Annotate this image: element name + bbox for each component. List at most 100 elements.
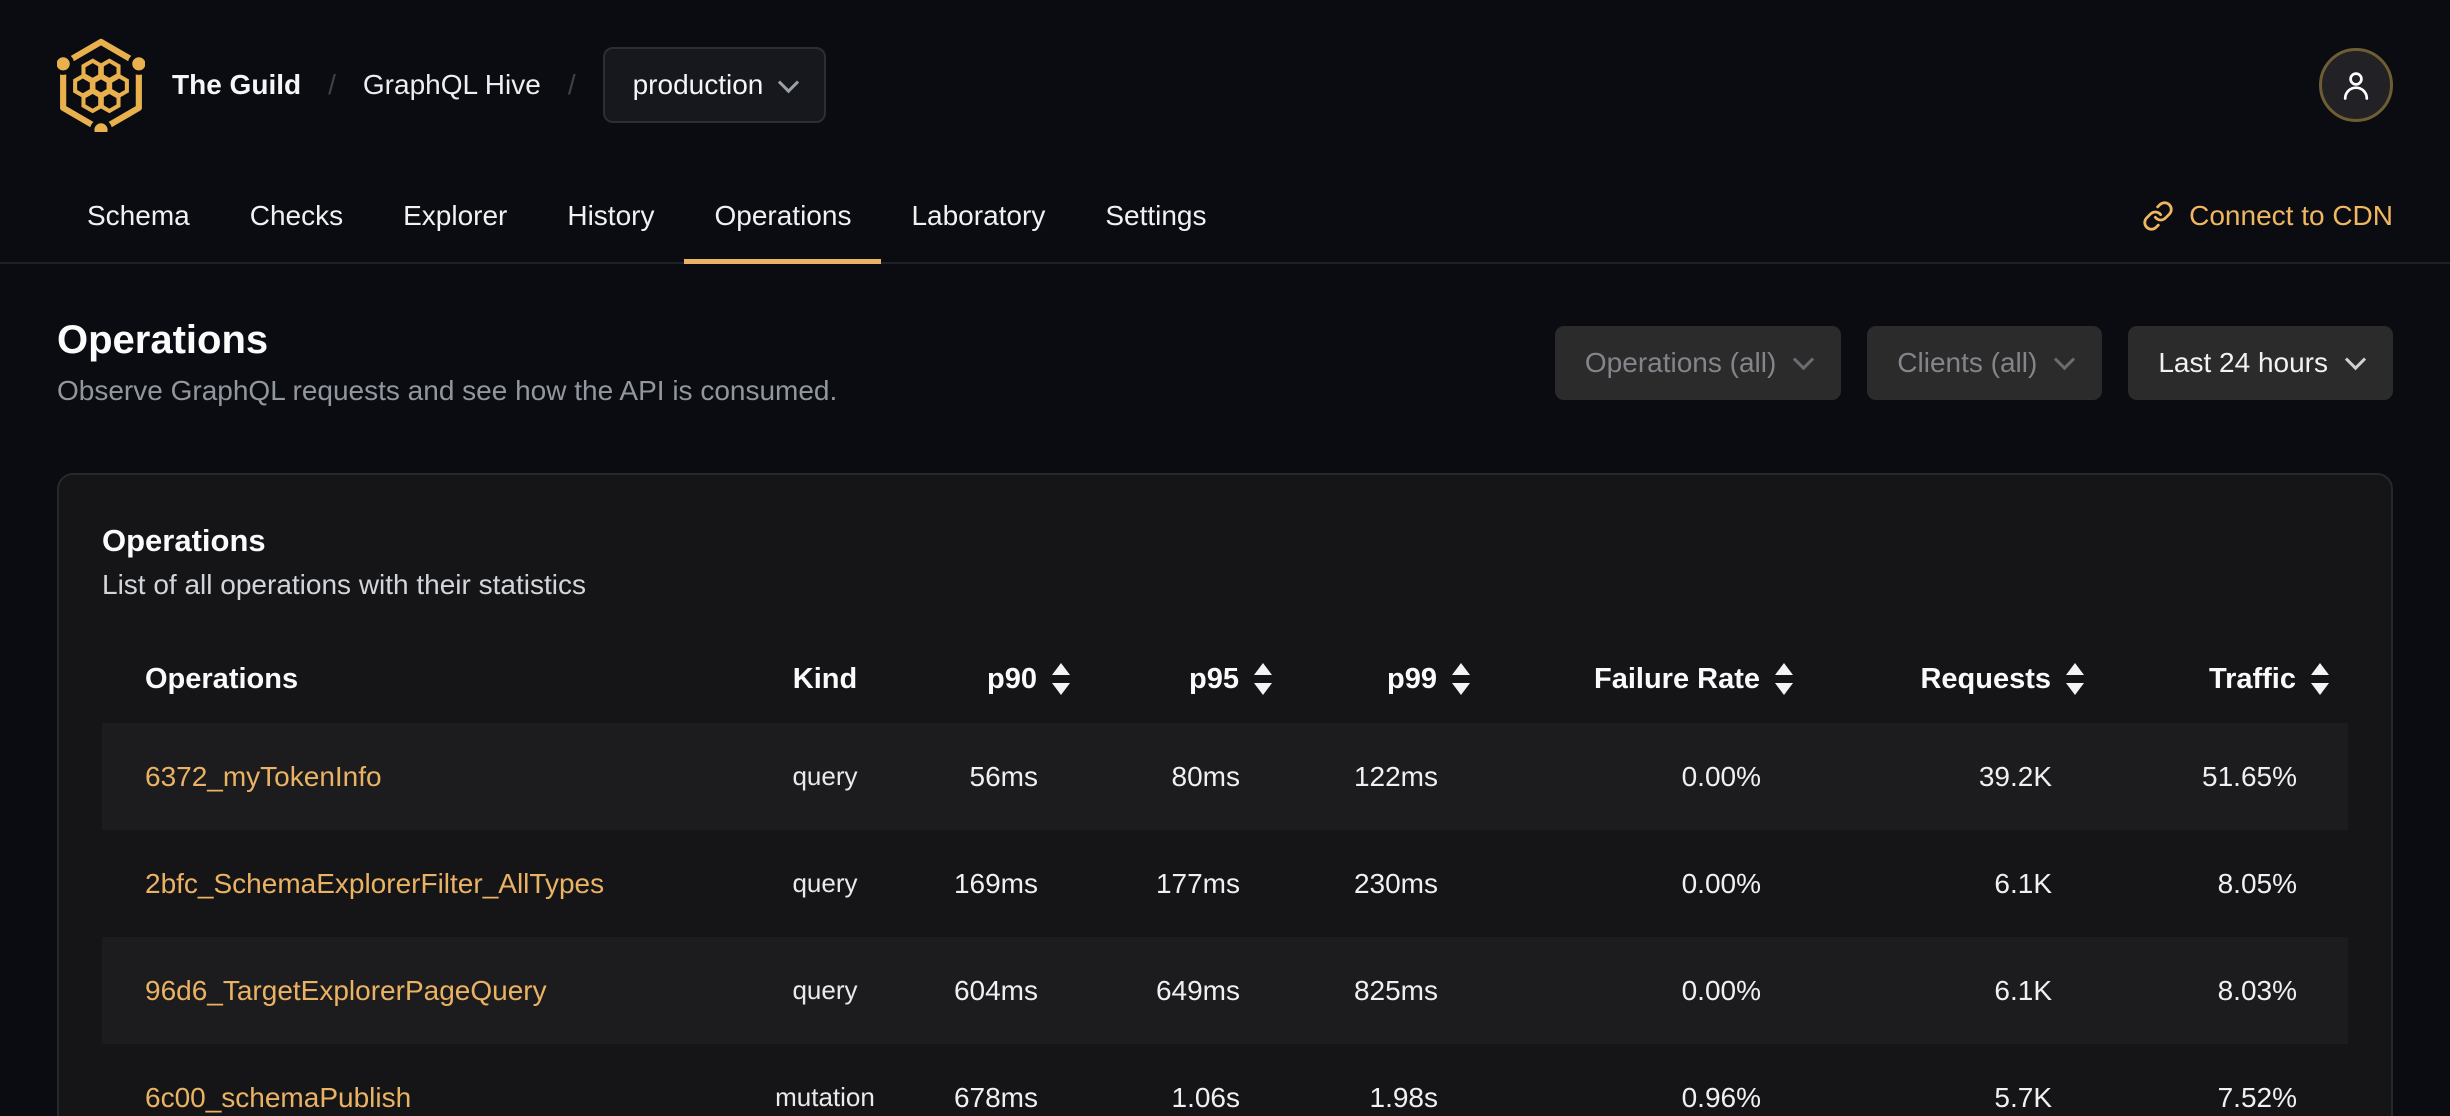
card-subtitle: List of all operations with their statis… bbox=[102, 569, 586, 600]
hive-logo-icon[interactable] bbox=[57, 38, 145, 132]
nav-tabs: Schema Checks Explorer History Operations Lab… bbox=[57, 170, 1237, 264]
column-header-operation: Operations bbox=[145, 663, 725, 696]
sort-desc-icon bbox=[2066, 683, 2084, 695]
breadcrumb-project[interactable]: GraphQL Hive bbox=[363, 69, 541, 101]
column-header-label: Kind bbox=[792, 662, 858, 695]
kind-value: query bbox=[792, 975, 858, 1005]
column-header-p99: p99 bbox=[1272, 663, 1470, 696]
sort-asc-icon bbox=[2311, 663, 2329, 675]
tab-settings[interactable]: Settings bbox=[1075, 170, 1236, 262]
tab-schema[interactable]: Schema bbox=[57, 170, 220, 262]
chevron-down-icon bbox=[1793, 349, 1815, 371]
cell-kind: query bbox=[725, 868, 925, 899]
cell-failure_rate: 0.00% bbox=[1470, 975, 1793, 1007]
column-header-label: p90 bbox=[987, 662, 1037, 695]
sort-toggle-p90[interactable] bbox=[1052, 663, 1070, 695]
sort-desc-icon bbox=[1452, 683, 1470, 695]
tab-checks[interactable]: Checks bbox=[220, 170, 373, 262]
cell-requests: 39.2K bbox=[1793, 761, 2084, 793]
cell-value: 1.98s bbox=[1369, 1081, 1439, 1113]
chevron-down-icon bbox=[2344, 349, 2367, 371]
column-header-p90: p90 bbox=[925, 663, 1070, 696]
breadcrumb-separator: / bbox=[567, 69, 576, 100]
column-header-label: p99 bbox=[1387, 662, 1437, 695]
cell-value: 0.00% bbox=[1681, 974, 1761, 1006]
cell-value: 80ms bbox=[1171, 760, 1240, 792]
cell-p95: 1.06s bbox=[1070, 1082, 1272, 1114]
cell-value: 8.05% bbox=[2217, 867, 2297, 899]
cell-operation: 2bfc_SchemaExplorerFilter_AllTypes bbox=[145, 868, 725, 900]
breadcrumb-separator: / bbox=[328, 69, 336, 100]
cell-value: 649ms bbox=[1155, 974, 1240, 1006]
filter-last-24-hours[interactable]: Last 24 hours bbox=[2128, 325, 2393, 400]
sort-desc-icon bbox=[1254, 683, 1272, 695]
cell-value: 8.03% bbox=[2217, 974, 2297, 1006]
operation-link[interactable]: 6372_myTokenInfo bbox=[145, 761, 382, 793]
user-avatar-button[interactable] bbox=[2319, 48, 2393, 122]
cell-p95: 80ms bbox=[1070, 761, 1272, 793]
cell-failure_rate: 0.00% bbox=[1470, 761, 1793, 793]
table-header-row: Operations Kind p90 p95 p99 Failure Rate Reque… bbox=[102, 635, 2348, 723]
tab-history[interactable]: History bbox=[537, 170, 684, 262]
page-header: Operations Observe GraphQL requests and … bbox=[57, 318, 2393, 407]
filter-label: Operations (all) bbox=[1584, 346, 1777, 378]
cell-operation: 6372_myTokenInfo bbox=[145, 761, 725, 793]
cell-kind: query bbox=[725, 761, 925, 792]
cell-p90: 604ms bbox=[925, 975, 1070, 1007]
user-icon bbox=[2343, 72, 2369, 100]
cell-kind: query bbox=[725, 975, 925, 1006]
operation-link[interactable]: 2bfc_SchemaExplorerFilter_AllTypes bbox=[145, 868, 604, 900]
operations-table: Operations Kind p90 p95 p99 Failure Rate Reque… bbox=[102, 635, 2348, 1116]
page-title: Operations bbox=[57, 318, 269, 362]
filter-label: Clients (all) bbox=[1897, 346, 2038, 378]
cell-value: 51.65% bbox=[2202, 760, 2297, 792]
sort-asc-icon bbox=[1775, 663, 1793, 675]
cell-value: 7.52% bbox=[2217, 1081, 2297, 1113]
tab-operations[interactable]: Operations bbox=[684, 170, 882, 264]
tab-explorer[interactable]: Explorer bbox=[373, 170, 537, 262]
column-header-label: Failure Rate bbox=[1594, 662, 1760, 695]
filter-bar: Operations (all) Clients (all) Last 24 hou… bbox=[1554, 325, 2393, 400]
sort-desc-icon bbox=[1775, 683, 1793, 695]
tab-laboratory[interactable]: Laboratory bbox=[881, 170, 1075, 262]
cell-value: 1.06s bbox=[1171, 1081, 1241, 1113]
cell-value: 678ms bbox=[953, 1081, 1038, 1113]
filter-operations-all[interactable]: Operations (all) bbox=[1554, 325, 1842, 400]
kind-value: query bbox=[792, 868, 858, 898]
operation-link[interactable]: 96d6_TargetExplorerPageQuery bbox=[145, 975, 547, 1007]
chevron-down-icon bbox=[2054, 349, 2076, 371]
sort-desc-icon bbox=[2311, 683, 2329, 695]
sort-toggle-p95[interactable] bbox=[1254, 663, 1272, 695]
breadcrumb-org[interactable]: The Guild bbox=[172, 69, 301, 101]
sort-desc-icon bbox=[1052, 683, 1070, 695]
target-selector-dropdown[interactable]: production bbox=[602, 47, 827, 123]
filter-clients-all[interactable]: Clients (all) bbox=[1867, 325, 2103, 400]
operation-link[interactable]: 6c00_schemaPublish bbox=[145, 1082, 411, 1114]
cell-value: 177ms bbox=[1155, 867, 1240, 899]
cell-requests: 6.1K bbox=[1793, 868, 2084, 900]
table-body: 6372_myTokenInfo query 56ms 80ms 122ms 0.00% 3… bbox=[102, 723, 2348, 1116]
cell-p90: 169ms bbox=[925, 868, 1070, 900]
column-header-p95: p95 bbox=[1070, 663, 1272, 696]
sort-toggle-traffic[interactable] bbox=[2311, 663, 2329, 695]
sort-toggle-requests[interactable] bbox=[2066, 663, 2084, 695]
cell-failure_rate: 0.96% bbox=[1470, 1082, 1793, 1114]
cell-operation: 96d6_TargetExplorerPageQuery bbox=[145, 975, 725, 1007]
connect-to-cdn-link[interactable]: Connect to CDN bbox=[2142, 170, 2393, 262]
sort-asc-icon bbox=[1254, 663, 1272, 675]
sort-toggle-p99[interactable] bbox=[1452, 663, 1470, 695]
column-header-label: Operations bbox=[145, 662, 299, 695]
cell-traffic: 7.52% bbox=[2084, 1082, 2329, 1114]
cell-p95: 649ms bbox=[1070, 975, 1272, 1007]
card-title: Operations bbox=[102, 523, 266, 558]
sort-asc-icon bbox=[2066, 663, 2084, 675]
cell-traffic: 51.65% bbox=[2084, 761, 2329, 793]
cell-value: 5.7K bbox=[1994, 1081, 2052, 1113]
sort-asc-icon bbox=[1052, 663, 1070, 675]
sort-toggle-failure_rate[interactable] bbox=[1775, 663, 1793, 695]
sort-asc-icon bbox=[1452, 663, 1470, 675]
cell-value: 56ms bbox=[969, 760, 1038, 792]
cell-value: 122ms bbox=[1353, 760, 1438, 792]
target-selector-value: production bbox=[632, 69, 764, 100]
main-nav: Schema Checks Explorer History Operations Lab… bbox=[0, 170, 2450, 264]
